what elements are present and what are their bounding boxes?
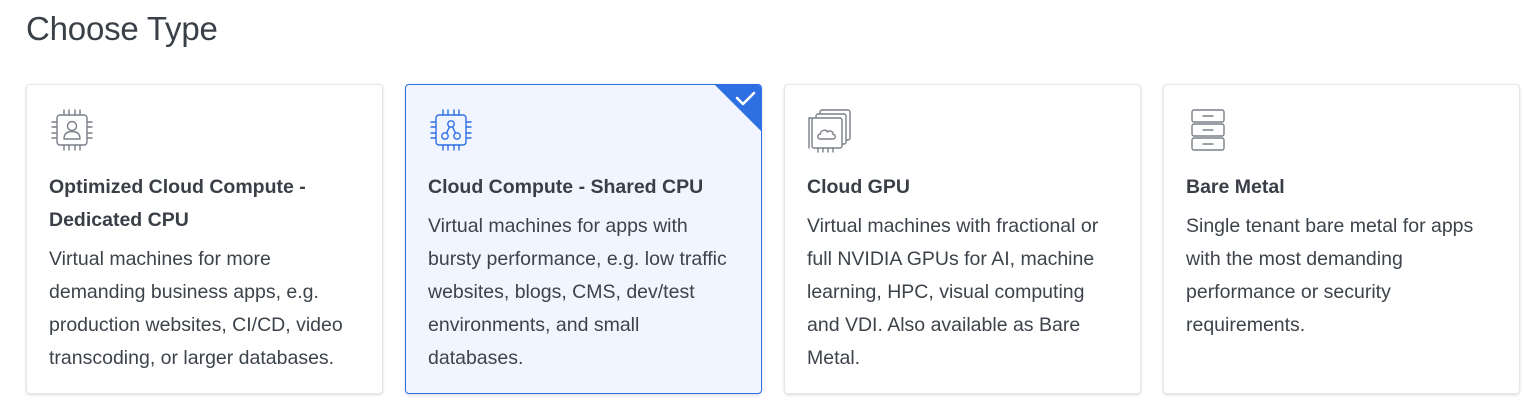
card-description: Virtual machines for more demanding busi…	[49, 248, 343, 369]
type-card-list: Optimized Cloud Compute - Dedicated CPU …	[26, 84, 1520, 394]
type-card-cloud-compute-shared[interactable]: Cloud Compute - Shared CPU Virtual machi…	[405, 84, 762, 394]
cpu-user-icon	[49, 107, 95, 153]
card-title: Bare Metal	[1186, 176, 1285, 198]
gpu-cards-icon	[807, 107, 853, 153]
card-description: Virtual machines for apps with bursty pe…	[428, 215, 727, 369]
server-rack-icon	[1186, 107, 1232, 153]
type-card-optimized-cloud-compute[interactable]: Optimized Cloud Compute - Dedicated CPU …	[26, 84, 383, 394]
card-description: Single tenant bare metal for apps with t…	[1186, 215, 1474, 336]
card-title: Optimized Cloud Compute - Dedicated CPU	[49, 176, 306, 231]
card-description: Virtual machines with fractional or full…	[807, 215, 1099, 369]
card-title: Cloud Compute - Shared CPU	[428, 176, 704, 198]
card-title: Cloud GPU	[807, 176, 910, 198]
cpu-share-icon	[428, 107, 474, 153]
type-card-bare-metal[interactable]: Bare Metal Single tenant bare metal for …	[1163, 84, 1520, 394]
selected-check-icon	[715, 85, 761, 131]
page-title: Choose Type	[26, 10, 218, 47]
type-card-cloud-gpu[interactable]: Cloud GPU Virtual machines with fraction…	[784, 84, 1141, 394]
